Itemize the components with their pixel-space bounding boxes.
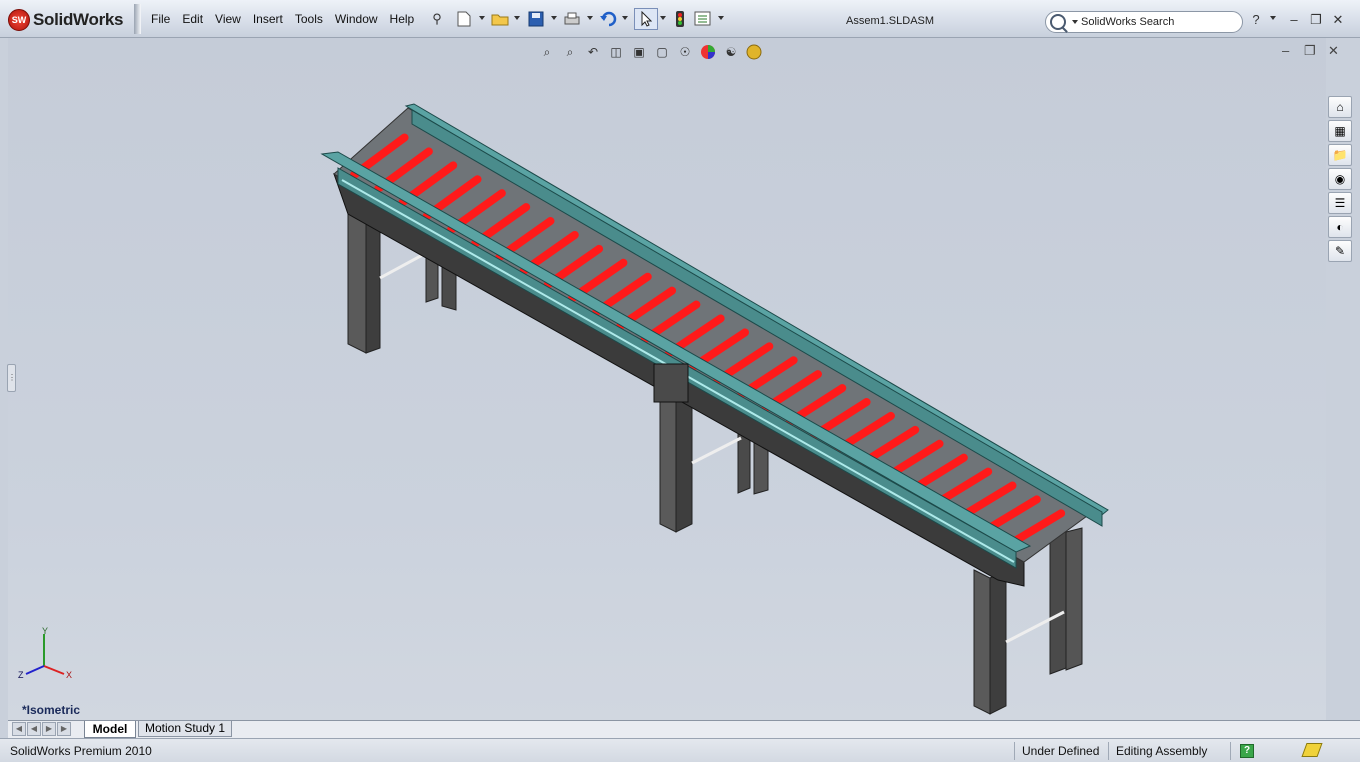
menu-help[interactable]: Help	[390, 12, 415, 26]
doc-close-icon[interactable]: ✕	[1328, 43, 1339, 59]
help-icon[interactable]: ?	[1248, 12, 1264, 27]
previous-view-icon[interactable]: ↶	[584, 43, 602, 61]
edit-appearance-icon[interactable]	[699, 43, 717, 61]
status-definition: Under Defined	[1022, 744, 1100, 758]
new-dropdown-icon[interactable]	[479, 16, 485, 20]
menu-window[interactable]: Window	[335, 12, 378, 26]
tab-next-icon[interactable]: ▶	[42, 722, 56, 736]
view-settings-icon[interactable]	[745, 43, 763, 61]
save-icon[interactable]	[527, 10, 545, 28]
solidworks-logo[interactable]: SW SolidWorks	[8, 9, 124, 31]
document-title: Assem1.SLDASM	[846, 15, 935, 27]
home-icon[interactable]: ⌂	[1328, 96, 1352, 118]
heads-up-view-toolbar: ⌕ ⌕ ↶ ◫ ▣ ▢ ☉ ☯	[538, 40, 768, 64]
triad-z-label: Z	[18, 670, 24, 680]
leg-front-middle[interactable]	[659, 389, 677, 533]
custom-properties-icon[interactable]: ✎	[1328, 240, 1352, 262]
doc-restore-icon[interactable]: ❐	[1304, 43, 1316, 59]
open-folder-icon[interactable]	[491, 10, 509, 28]
tab-prev-icon[interactable]: ◀	[27, 722, 41, 736]
print-dropdown-icon[interactable]	[587, 16, 593, 20]
menu-edit[interactable]: Edit	[182, 12, 203, 26]
select-dropdown-icon[interactable]	[660, 16, 666, 20]
menu-file[interactable]: File	[151, 12, 170, 26]
status-mode: Editing Assembly	[1116, 744, 1208, 758]
new-document-icon[interactable]	[455, 10, 473, 28]
triad-z-axis	[25, 665, 45, 675]
file-explorer-icon[interactable]: 📁	[1328, 144, 1352, 166]
view-orientation-icon[interactable]: ▣	[630, 43, 648, 61]
graphics-area[interactable]	[8, 38, 1326, 720]
leg-front-left[interactable]	[347, 207, 367, 354]
options-icon[interactable]	[694, 10, 712, 28]
tab-navigation: ◀ ◀ ▶ ▶	[12, 722, 72, 736]
view-palette-icon[interactable]: ◉	[1328, 168, 1352, 190]
doc-minimize-icon[interactable]: –	[1282, 43, 1289, 58]
product-edition: SolidWorks Premium 2010	[10, 744, 152, 758]
feature-manager-toggle-icon[interactable]: ⋮	[7, 364, 16, 392]
design-library-icon[interactable]: ▦	[1328, 120, 1352, 142]
menu-bar: File Edit View Insert Tools Window Help	[145, 12, 420, 26]
leg-front-right-side[interactable]	[989, 569, 1007, 715]
cross-bar-middle	[691, 436, 742, 465]
title-bar: SW SolidWorks File Edit View Insert Tool…	[0, 0, 1360, 38]
quick-tips-icon[interactable]: ?	[1240, 744, 1254, 758]
help-dropdown-icon[interactable]	[1270, 16, 1276, 20]
minimize-icon[interactable]: –	[1286, 12, 1302, 27]
zoom-to-area-icon[interactable]: ⌕	[561, 43, 579, 61]
search-input[interactable]: SolidWorks Search	[1081, 16, 1174, 28]
view-orientation-label: *Isometric	[22, 703, 81, 717]
section-view-icon[interactable]: ◫	[607, 43, 625, 61]
bottom-tab-bar: ◀ ◀ ▶ ▶ Model Motion Study 1	[8, 720, 1360, 738]
menu-tools[interactable]: Tools	[295, 12, 323, 26]
cross-bar-left	[379, 250, 429, 280]
menu-insert[interactable]: Insert	[253, 12, 283, 26]
apply-scene-icon[interactable]: ☯	[722, 43, 740, 61]
display-style-icon[interactable]: ▢	[653, 43, 671, 61]
tab-motion-study[interactable]: Motion Study 1	[138, 721, 232, 737]
search-dropdown-icon[interactable]	[1072, 20, 1078, 24]
reference-triad[interactable]: Y X Z	[16, 626, 78, 686]
status-bar: SolidWorks Premium 2010 Under Defined Ed…	[0, 738, 1360, 762]
triad-y-label: Y	[42, 626, 48, 636]
triad-x-label: X	[66, 670, 72, 680]
solidworks-resources-icon[interactable]: ☰	[1328, 192, 1352, 214]
print-icon[interactable]	[563, 10, 581, 28]
leg-front-middle-side[interactable]	[675, 389, 693, 533]
solidworks-badge-icon: SW	[8, 9, 30, 31]
tab-last-icon[interactable]: ▶	[57, 722, 71, 736]
conveyor-model[interactable]	[8, 38, 1326, 720]
open-dropdown-icon[interactable]	[514, 16, 520, 20]
pin-menu-icon[interactable]: ⚲	[428, 10, 446, 28]
splice-plate[interactable]	[653, 363, 689, 403]
select-arrow-icon[interactable]	[634, 8, 658, 30]
tab-model[interactable]: Model	[84, 721, 136, 738]
tags-icon[interactable]	[1301, 743, 1323, 757]
rebuild-traffic-light-icon[interactable]	[671, 10, 689, 28]
zoom-to-fit-icon[interactable]: ⌕	[538, 43, 556, 61]
leg-back-right[interactable]	[1049, 529, 1067, 675]
tab-first-icon[interactable]: ◀	[12, 722, 26, 736]
status-divider	[1230, 742, 1231, 760]
undo-icon[interactable]	[599, 10, 617, 28]
hide-show-items-icon[interactable]: ☉	[676, 43, 694, 61]
search-box[interactable]: SolidWorks Search	[1045, 11, 1243, 33]
undo-dropdown-icon[interactable]	[622, 16, 628, 20]
search-icon[interactable]	[1050, 14, 1066, 30]
conveyor-bed[interactable]	[333, 107, 1099, 563]
task-pane: ⌂ ▦ 📁 ◉ ☰ ◐ ✎	[1326, 96, 1354, 264]
options-dropdown-icon[interactable]	[718, 16, 724, 20]
restore-icon[interactable]: ❐	[1308, 12, 1324, 28]
close-icon[interactable]: ✕	[1330, 12, 1346, 28]
app-name: SolidWorks	[33, 10, 124, 29]
menu-view[interactable]: View	[215, 12, 241, 26]
save-dropdown-icon[interactable]	[551, 16, 557, 20]
status-divider	[1014, 742, 1015, 760]
triad-x-axis	[43, 665, 65, 675]
appearances-icon[interactable]: ◐	[1328, 216, 1352, 238]
leg-back-right-2[interactable]	[1065, 527, 1083, 671]
leg-front-right[interactable]	[973, 569, 991, 715]
logo-separator	[134, 4, 141, 34]
status-divider	[1108, 742, 1109, 760]
